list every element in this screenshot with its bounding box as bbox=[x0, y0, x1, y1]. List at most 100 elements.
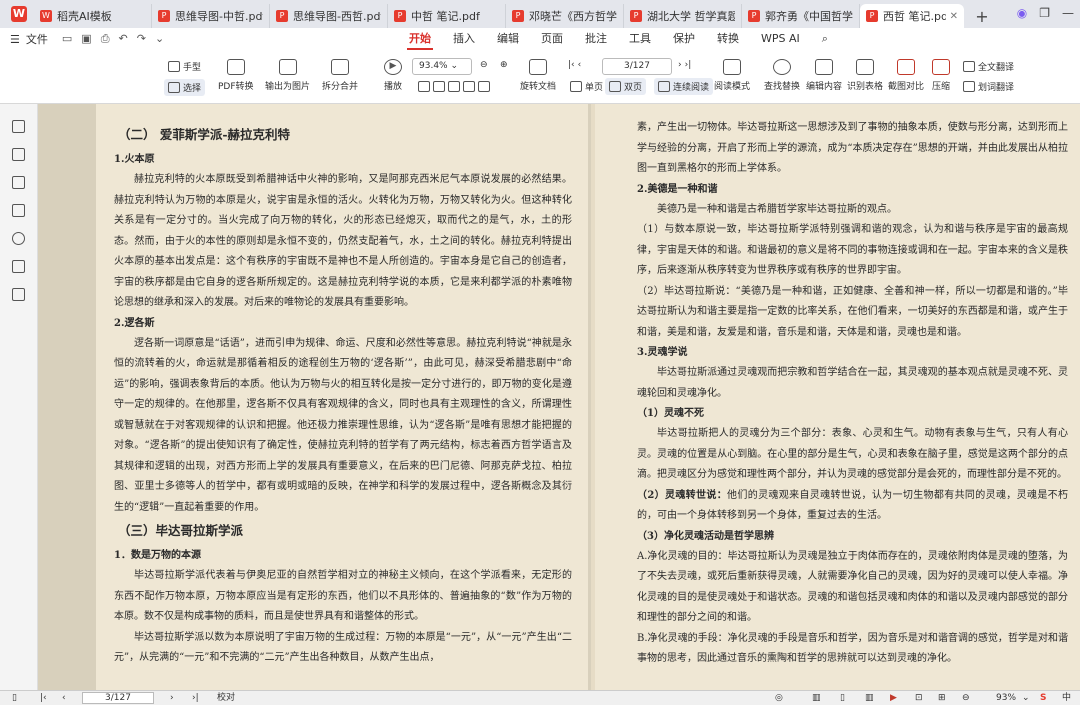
fit-width-icon[interactable]: ⊡ bbox=[915, 692, 923, 704]
scroll-mode-icon[interactable]: ▥ bbox=[812, 692, 821, 704]
status-zoom[interactable]: 93% bbox=[996, 692, 1016, 704]
table-recognition-button[interactable]: 识别表格 bbox=[847, 59, 883, 92]
prev-page-icon[interactable]: ‹ bbox=[62, 692, 66, 704]
continuous-read-button[interactable]: 连续阅读 bbox=[654, 78, 714, 95]
compress-button[interactable]: 压缩 bbox=[932, 59, 950, 92]
paragraph: 赫拉克利特的火本原既受到希腊神话中火神的影响，又是阿那克西米尼气本原说发展的必然… bbox=[114, 174, 572, 308]
save-icon[interactable]: ▣ bbox=[81, 32, 91, 46]
chevron-down-icon[interactable]: ⌄ bbox=[1022, 692, 1030, 704]
menu-page[interactable]: 页面 bbox=[530, 28, 574, 50]
pdf-convert-button[interactable]: PDF转换 bbox=[218, 59, 254, 92]
menu-annotate[interactable]: 批注 bbox=[574, 28, 618, 50]
split-merge-button[interactable]: 拆分合并 bbox=[322, 59, 358, 92]
signature-icon[interactable] bbox=[12, 260, 25, 273]
tab-guo-qiyong[interactable]: P郭齐勇《中国哲学史》 bbox=[742, 4, 860, 28]
actual-size-icon bbox=[448, 81, 460, 92]
menu-protect[interactable]: 保护 bbox=[662, 28, 706, 50]
paragraph: （2）灵魂转世说：他们的灵魂观来自灵魂转世说，认为一切生物都有共同的灵魂，灵魂是… bbox=[637, 489, 1068, 522]
pdf-icon: P bbox=[158, 10, 170, 22]
tab-hubei-exam[interactable]: P湖北大学 哲学真题20 bbox=[624, 4, 742, 28]
last-page-icon[interactable]: ›| bbox=[192, 692, 199, 704]
full-translate-button[interactable]: 全文翻译 bbox=[963, 60, 1014, 73]
minimize-icon[interactable]: — bbox=[1062, 6, 1074, 20]
dropdown-chevron-icon[interactable]: ⌄ bbox=[155, 32, 164, 46]
play-slideshow-icon[interactable]: ▶ bbox=[890, 692, 897, 704]
thumbnail-icon[interactable] bbox=[12, 176, 25, 189]
double-page-view-icon[interactable]: ▥ bbox=[865, 692, 874, 704]
menu-edit[interactable]: 编辑 bbox=[486, 28, 530, 50]
restore-window-icon[interactable]: ❐ bbox=[1039, 6, 1050, 20]
tab-mindmap-zhongzhe[interactable]: P 思维导图-中哲.pdf bbox=[152, 4, 270, 28]
tab-zhongzhe-notes[interactable]: P 中哲 笔记.pdf bbox=[388, 4, 506, 28]
first-page-icon[interactable]: |‹ bbox=[40, 692, 47, 704]
document-viewport[interactable]: （二） 爱菲斯学派-赫拉克利特 1.火本原 赫拉克利特的火本原既受到希腊神话中火… bbox=[38, 104, 1080, 690]
proofread-button[interactable]: 校对 bbox=[217, 692, 235, 704]
next-page-icon[interactable]: › bbox=[678, 60, 682, 70]
fit-page-buttons[interactable] bbox=[418, 81, 490, 92]
close-icon[interactable]: ✕ bbox=[950, 11, 958, 22]
fit-page-icon[interactable]: ⊞ bbox=[938, 692, 946, 704]
hand-icon bbox=[168, 61, 180, 72]
first-page-icon[interactable]: |‹ bbox=[568, 60, 575, 70]
page-number-input[interactable]: 3/127 bbox=[602, 58, 672, 75]
rotate-document-button[interactable]: 旋转文档 bbox=[520, 59, 556, 92]
screenshot-compare-button[interactable]: 截图对比 bbox=[888, 59, 924, 92]
ime-lang-icon[interactable]: 中 bbox=[1062, 692, 1071, 704]
menu-tools[interactable]: 工具 bbox=[618, 28, 662, 50]
menu-convert[interactable]: 转换 bbox=[706, 28, 750, 50]
menu-home[interactable]: 开始 bbox=[398, 28, 442, 50]
ai-assistant-icon[interactable]: ◉ bbox=[1017, 6, 1027, 20]
eye-icon[interactable]: ◎ bbox=[775, 692, 783, 704]
wps-logo[interactable]: W bbox=[4, 0, 34, 28]
print-icon[interactable]: ⎙ bbox=[101, 32, 110, 46]
ime-logo-icon[interactable]: S bbox=[1040, 692, 1046, 704]
undo-icon[interactable]: ↶ bbox=[119, 32, 128, 46]
play-button[interactable]: ▶ 播放 bbox=[384, 59, 402, 92]
search-icon[interactable]: ⌕ bbox=[811, 28, 839, 50]
bookmark-icon[interactable] bbox=[12, 148, 25, 161]
tab-bar: W W稻壳AI模板 P思维导图-中哲.pdf P思维导图-西哲.pdf (E P… bbox=[0, 0, 1080, 28]
outline-icon[interactable] bbox=[12, 120, 25, 133]
zoom-out-button[interactable]: ⊖ bbox=[480, 60, 488, 70]
zoom-select[interactable]: 93.4% ⌄ bbox=[412, 58, 472, 75]
menu-insert[interactable]: 插入 bbox=[442, 28, 486, 50]
next-page-icon[interactable]: › bbox=[170, 692, 174, 704]
zoom-out-icon[interactable]: ⊖ bbox=[962, 692, 970, 704]
select-tool-button[interactable]: 选择 bbox=[164, 79, 206, 96]
fit-height-icon bbox=[463, 81, 475, 92]
tab-deng-xiaomang[interactable]: P邓晓芒《西方哲学史》 bbox=[506, 4, 624, 28]
single-page-button[interactable]: 单页 bbox=[570, 80, 603, 93]
tab-mindmap-xizhe[interactable]: P思维导图-西哲.pdf (E bbox=[270, 4, 388, 28]
redo-icon[interactable]: ↷ bbox=[137, 32, 146, 46]
status-bar: ▯ |‹ ‹ 3/127 › ›| 校对 ◎ ▥ ▯ ▥ ▶ ⊡ ⊞ ⊖ 93%… bbox=[0, 690, 1080, 705]
new-tab-button[interactable]: + bbox=[964, 4, 1000, 28]
pdf-convert-icon bbox=[226, 59, 245, 75]
last-page-icon[interactable]: ›| bbox=[685, 60, 692, 70]
zoom-in-button[interactable]: ⊕ bbox=[500, 60, 508, 70]
layers-icon[interactable] bbox=[12, 288, 25, 301]
sidebar-toggle-icon[interactable]: ▯ bbox=[12, 692, 17, 704]
compress-icon bbox=[932, 59, 950, 75]
prev-page-icon[interactable]: ‹ bbox=[578, 60, 582, 70]
comment-icon[interactable] bbox=[12, 204, 25, 217]
hand-tool-button[interactable]: 手型 bbox=[168, 60, 201, 73]
single-page-view-icon[interactable]: ▯ bbox=[840, 692, 845, 704]
status-page-input[interactable]: 3/127 bbox=[82, 692, 154, 704]
open-folder-icon[interactable]: ▭ bbox=[62, 32, 72, 46]
tab-docer[interactable]: W 稻壳AI模板 bbox=[34, 4, 152, 28]
menu-wps-ai[interactable]: WPS AI bbox=[750, 28, 811, 50]
tab-xizhe-notes[interactable]: P 西哲 笔记.pdf ✕ bbox=[860, 4, 964, 28]
export-image-button[interactable]: 输出为图片 bbox=[265, 59, 310, 92]
find-replace-button[interactable]: 查找替换 bbox=[764, 59, 800, 92]
read-mode-button[interactable]: 阅读模式 bbox=[714, 59, 750, 92]
word-translate-button[interactable]: 划词翻译 bbox=[963, 80, 1014, 93]
right-page: 素，产生出一切物体。毕达哥拉斯这一思想涉及到了事物的抽象本质，使数与形分离，达到… bbox=[595, 104, 1080, 690]
paragraph: 素，产生出一切物体。毕达哥拉斯这一思想涉及到了事物的抽象本质，使数与形分离，达到… bbox=[637, 122, 1068, 174]
attachment-icon[interactable] bbox=[12, 232, 25, 245]
file-menu[interactable]: ☰ 文件 bbox=[0, 31, 48, 47]
double-page-button[interactable]: 双页 bbox=[605, 78, 647, 95]
page-nav: |‹ ‹ bbox=[568, 60, 581, 70]
edit-content-button[interactable]: 编辑内容 bbox=[806, 59, 842, 92]
split-merge-icon bbox=[331, 59, 349, 75]
image-icon bbox=[278, 59, 297, 75]
